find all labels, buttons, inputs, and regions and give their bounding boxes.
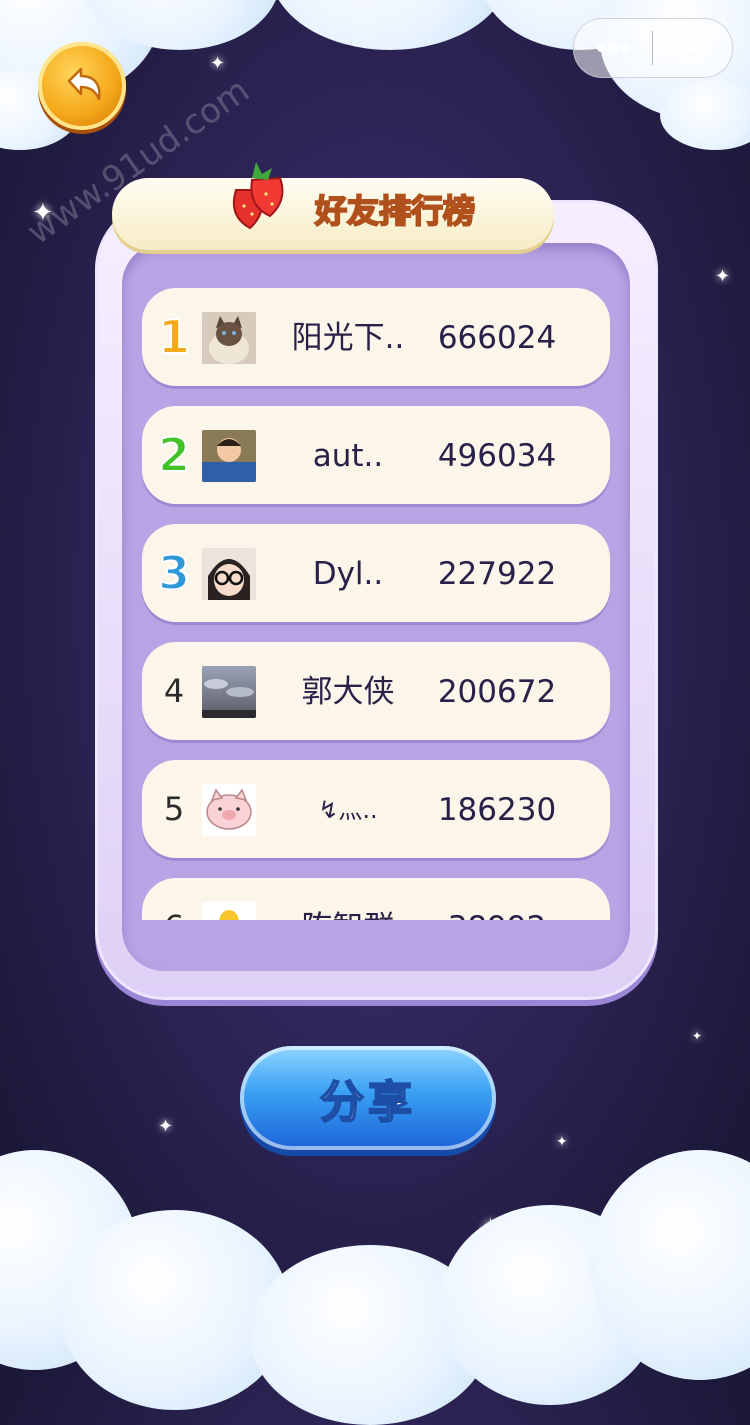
player-score: 186230: [437, 792, 557, 828]
player-name: Dyl..: [312, 556, 384, 592]
player-score: 38992: [422, 908, 572, 920]
rank-number: 4: [163, 672, 185, 710]
leaderboard-list[interactable]: 1 阳光下.. 666024 2 aut.. 496034 3 Dyl.. 22…: [122, 243, 630, 920]
share-button-label: 分享: [319, 1076, 416, 1129]
sparkle-star: ✦: [210, 53, 226, 74]
leaderboard-row[interactable]: 5 ↯灬.. 186230: [142, 760, 610, 858]
sparkle-star: ✦: [158, 1116, 174, 1137]
rank-number: 3: [157, 546, 191, 600]
leaderboard-row[interactable]: 4 郭大侠 200672: [142, 642, 610, 740]
player-score: 666024: [437, 320, 557, 356]
sparkle-star: ✦: [556, 1134, 568, 1150]
child-avatar: [202, 430, 256, 482]
back-arrow-icon: [67, 67, 101, 101]
player-score: 496034: [437, 438, 557, 474]
sky-avatar: [202, 666, 256, 718]
leaderboard-row[interactable]: 1 阳光下.. 666024: [142, 288, 610, 386]
rank-number: 6: [152, 904, 196, 920]
leaderboard-panel[interactable]: 1 阳光下.. 666024 2 aut.. 496034 3 Dyl.. 22…: [122, 243, 630, 971]
leaderboard-row[interactable]: 2 aut.. 496034: [142, 406, 610, 504]
back-button[interactable]: [38, 42, 126, 130]
player-name: 阳光下..: [291, 320, 405, 356]
more-dots-icon: [597, 43, 629, 53]
miniprogram-capsule: [573, 18, 733, 78]
close-circle-icon: [677, 33, 707, 63]
page-title: 好友排行榜: [314, 191, 476, 231]
glasses-avatar: [202, 548, 256, 600]
rank-number: 2: [157, 428, 191, 482]
sparkle-star: ✦: [692, 1029, 703, 1043]
leaderboard-row[interactable]: 6 陈智群 38992: [142, 878, 610, 920]
rank-number: 1: [157, 310, 191, 364]
strawberry-icon: [232, 162, 284, 230]
rank-number: 5: [163, 790, 185, 828]
cat-avatar: [202, 312, 256, 364]
player-name: aut..: [312, 438, 384, 474]
leaderboard-row[interactable]: 3 Dyl.. 227922: [142, 524, 610, 622]
share-button[interactable]: 分享: [240, 1046, 496, 1150]
close-button[interactable]: [653, 19, 731, 77]
yellow-avatar: [202, 902, 256, 920]
player-name: 陈智群: [264, 908, 432, 920]
player-name: 郭大侠: [301, 674, 395, 710]
pig-avatar: [202, 784, 256, 836]
sparkle-star: ✦: [715, 266, 731, 287]
player-score: 200672: [437, 674, 557, 710]
player-name: ↯灬..: [318, 796, 378, 824]
player-score: 227922: [437, 556, 557, 592]
more-button[interactable]: [574, 19, 652, 77]
